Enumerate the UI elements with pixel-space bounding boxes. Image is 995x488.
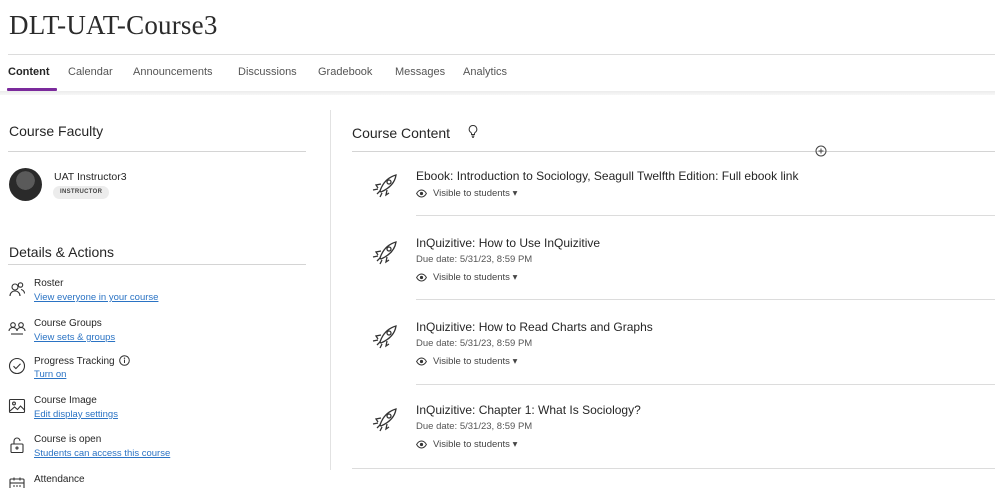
tab-announcements[interactable]: Announcements [133, 66, 213, 78]
title-divider [8, 54, 995, 55]
content-item-title[interactable]: InQuizitive: Chapter 1: What Is Sociolog… [416, 403, 641, 417]
eye-icon [416, 273, 427, 282]
action-title: Progress Tracking [34, 355, 130, 367]
action-roster: Roster View everyone in your course [8, 278, 308, 314]
visibility-dropdown[interactable]: Visible to students ▾ [416, 188, 517, 199]
progress-tracking-label: Progress Tracking [34, 356, 115, 367]
course-content-heading: Course Content [352, 125, 451, 141]
calendar-icon [9, 477, 25, 488]
avatar[interactable] [9, 168, 42, 201]
add-content-icon[interactable] [815, 145, 827, 157]
content-divider [352, 151, 995, 152]
visibility-label: Visible to students [433, 188, 510, 199]
students-access-link[interactable]: Students can access this course [34, 448, 170, 459]
content-item-title[interactable]: Ebook: Introduction to Sociology, Seagul… [416, 169, 798, 183]
tab-content[interactable]: Content [8, 66, 50, 78]
content-item-title[interactable]: InQuizitive: How to Read Charts and Grap… [416, 320, 653, 334]
faculty-divider [8, 151, 306, 152]
tab-messages[interactable]: Messages [395, 66, 445, 78]
action-course-groups: Course Groups View sets & groups [8, 318, 308, 354]
rocket-icon [372, 174, 397, 198]
nav-divider [0, 91, 995, 95]
visibility-label: Visible to students [433, 272, 510, 283]
course-nav: Content Calendar Announcements Discussio… [0, 58, 995, 95]
due-date: Due date: 5/31/23, 8:59 PM [416, 421, 533, 432]
action-title: Roster [34, 278, 64, 289]
action-course-open: Course is open Students can access this … [8, 434, 308, 470]
details-actions-heading: Details & Actions [9, 244, 115, 260]
column-divider [330, 110, 331, 470]
action-course-image: Course Image Edit display settings [8, 395, 308, 431]
role-badge: INSTRUCTOR [53, 186, 110, 199]
page-title: DLT-UAT-Course3 [9, 10, 218, 40]
visibility-label: Visible to students [433, 356, 510, 367]
visibility-dropdown[interactable]: Visible to students ▾ [416, 356, 517, 367]
tab-gradebook[interactable]: Gradebook [318, 66, 372, 78]
action-title: Course Groups [34, 318, 102, 329]
due-date: Due date: 5/31/23, 8:59 PM [416, 254, 533, 265]
tab-calendar[interactable]: Calendar [68, 66, 113, 78]
tab-discussions[interactable]: Discussions [238, 66, 297, 78]
rocket-icon [372, 241, 397, 265]
tab-analytics[interactable]: Analytics [463, 66, 507, 78]
action-title: Course is open [34, 434, 102, 445]
roster-link[interactable]: View everyone in your course [34, 292, 158, 303]
course-faculty-heading: Course Faculty [9, 123, 104, 139]
visibility-label: Visible to students [433, 439, 510, 450]
groups-link[interactable]: View sets & groups [34, 332, 115, 343]
info-icon[interactable] [118, 355, 130, 366]
action-progress-tracking: Progress Tracking Turn on [8, 355, 308, 391]
eye-icon [416, 357, 427, 366]
attendance-title[interactable]: Attendance [34, 474, 85, 485]
action-attendance: Attendance [8, 474, 308, 488]
rocket-icon [372, 408, 397, 432]
item-divider [416, 299, 995, 300]
action-title: Course Image [34, 395, 97, 406]
roster-icon [9, 282, 26, 297]
progress-turn-on-link[interactable]: Turn on [34, 369, 66, 380]
eye-icon [416, 440, 427, 449]
progress-check-icon [8, 357, 26, 375]
item-divider [416, 384, 995, 385]
eye-icon [416, 189, 427, 198]
content-bottom-divider [352, 468, 995, 469]
content-item-title[interactable]: InQuizitive: How to Use InQuizitive [416, 236, 600, 250]
lightbulb-icon[interactable] [467, 124, 479, 138]
image-icon [8, 398, 26, 414]
rocket-icon [372, 325, 397, 349]
due-date: Due date: 5/31/23, 8:59 PM [416, 338, 533, 349]
faculty-name[interactable]: UAT Instructor3 [54, 171, 127, 183]
edit-display-settings-link[interactable]: Edit display settings [34, 409, 118, 420]
item-divider [416, 215, 995, 216]
unlock-icon [10, 437, 24, 454]
details-divider [8, 264, 306, 265]
visibility-dropdown[interactable]: Visible to students ▾ [416, 272, 517, 283]
visibility-dropdown[interactable]: Visible to students ▾ [416, 439, 517, 450]
groups-icon [8, 322, 26, 335]
